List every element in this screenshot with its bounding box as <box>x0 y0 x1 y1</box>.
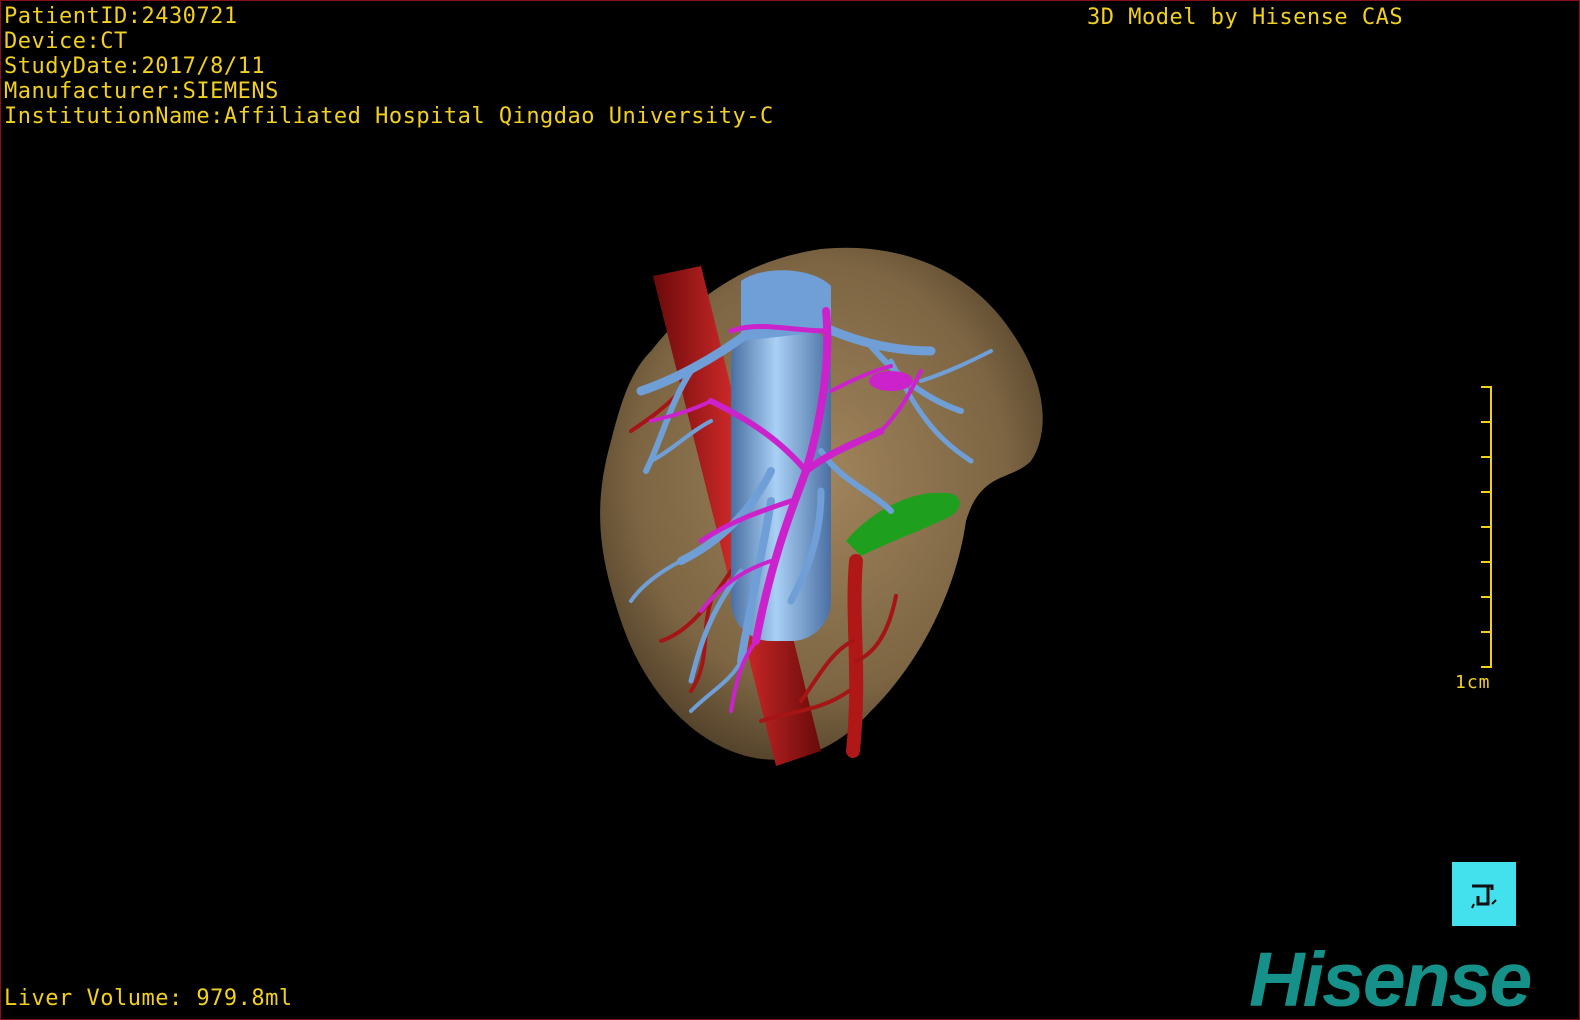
model-credit-label: 3D Model by Hisense CAS <box>1087 5 1404 30</box>
liver-volume-label: Liver Volume: 979.8ml <box>4 986 293 1011</box>
patient-id-label: PatientID:2430721 <box>4 4 238 29</box>
manufacturer-label: Manufacturer:SIEMENS <box>4 79 279 104</box>
liver-3d-model[interactable] <box>591 241 1061 781</box>
device-label: Device:CT <box>4 29 128 54</box>
institution-label: InstitutionName:Affiliated Hospital Qing… <box>4 104 774 129</box>
3d-viewport[interactable]: PatientID:2430721 Device:CT StudyDate:20… <box>0 0 1580 1020</box>
orientation-cube-icon <box>1471 884 1497 909</box>
scale-bar <box>1481 386 1492 668</box>
scale-bar-label: 1cm <box>1455 672 1491 693</box>
inferior-vena-cava <box>731 321 831 641</box>
hisense-logo: Hisense <box>1249 937 1532 1020</box>
hepatic-artery <box>846 554 864 758</box>
portal-sinus <box>869 371 913 391</box>
orientation-button[interactable] <box>1452 862 1516 926</box>
study-date-label: StudyDate:2017/8/11 <box>4 54 266 79</box>
